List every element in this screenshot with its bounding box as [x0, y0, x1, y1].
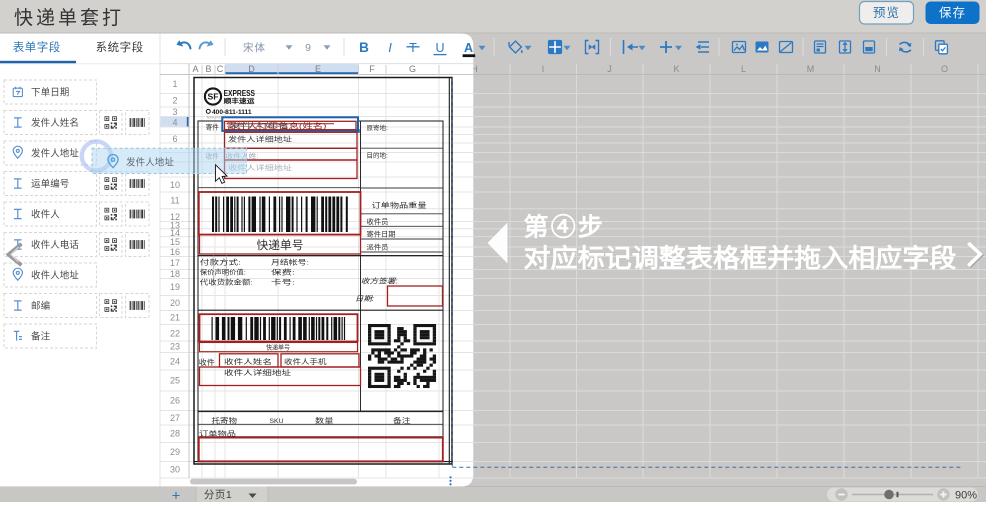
svg-text:表单字段: 表单字段 [13, 40, 61, 54]
svg-text:11: 11 [170, 196, 179, 206]
svg-text:K: K [673, 64, 679, 74]
svg-text:系统字段: 系统字段 [96, 40, 144, 54]
svg-text:SKU: SKU [270, 418, 284, 425]
svg-text:卡号:: 卡号: [271, 277, 295, 286]
svg-text:付款方式:: 付款方式: [200, 258, 241, 267]
svg-text:20: 20 [170, 298, 180, 308]
svg-text:对应标记调整表格框并拖入相应字段: 对应标记调整表格框并拖入相应字段 [524, 244, 958, 273]
svg-text:发件人姓名: 发件人姓名 [229, 121, 289, 130]
svg-text:25: 25 [170, 376, 180, 386]
svg-text:24: 24 [170, 357, 180, 367]
svg-text:4: 4 [172, 118, 177, 128]
svg-text:代收货款金额:: 代收货款金额: [200, 277, 253, 286]
svg-text:目的地:: 目的地: [367, 151, 389, 160]
svg-text:29: 29 [170, 447, 180, 457]
svg-text:28: 28 [170, 429, 180, 439]
svg-text:备注: 备注 [393, 416, 411, 425]
svg-text:邮编: 邮编 [31, 300, 50, 312]
svg-text:快递单号: 快递单号 [257, 238, 304, 252]
svg-text:26: 26 [170, 396, 180, 406]
svg-text:19: 19 [170, 282, 180, 292]
svg-text:I: I [388, 40, 392, 55]
svg-text:收件人: 收件人 [31, 209, 60, 221]
svg-text:SF: SF [208, 92, 219, 102]
svg-text:寄件: 寄件 [206, 122, 219, 131]
svg-text:收件人电话: 收件人电话 [31, 239, 79, 251]
svg-text:T: T [409, 41, 417, 55]
svg-text:分页1: 分页1 [204, 489, 232, 501]
svg-text:收件员: 收件员 [367, 217, 389, 226]
svg-text:N: N [874, 64, 881, 74]
svg-text:收件人地址: 收件人地址 [31, 270, 79, 282]
svg-text:B: B [205, 64, 211, 74]
svg-text:快递单套打: 快递单套打 [14, 7, 124, 29]
svg-text:收件: 收件 [199, 358, 215, 367]
svg-text:90%: 90% [955, 490, 977, 502]
svg-text:17: 17 [170, 258, 180, 268]
svg-text:E: E [315, 64, 321, 74]
svg-text:下单日期: 下单日期 [31, 87, 69, 99]
svg-text:23: 23 [170, 342, 180, 352]
svg-text:收方签署:: 收方签署: [361, 277, 398, 286]
svg-text:发件人详细地址: 发件人详细地址 [228, 134, 292, 143]
svg-text:寄件日期: 寄件日期 [367, 230, 396, 239]
svg-text:保存: 保存 [939, 6, 966, 20]
svg-text:F: F [369, 64, 375, 74]
svg-text:15: 15 [170, 237, 180, 247]
svg-text:原寄地:: 原寄地: [367, 123, 389, 132]
svg-text:发件人地址: 发件人地址 [31, 148, 79, 160]
svg-text:21: 21 [170, 313, 180, 323]
svg-text:收件人手机: 收件人手机 [284, 357, 327, 366]
svg-text:G: G [409, 64, 416, 74]
svg-text:备注: 备注 [31, 331, 51, 343]
svg-text:D: D [248, 64, 255, 74]
svg-text:O: O [941, 64, 948, 74]
svg-text:A: A [464, 41, 473, 55]
svg-text:9: 9 [305, 42, 311, 54]
svg-text:发件人姓名: 发件人姓名 [31, 117, 79, 129]
svg-text:30: 30 [170, 465, 180, 475]
svg-text:A: A [192, 64, 198, 74]
svg-text:B: B [359, 40, 369, 55]
svg-text:预览: 预览 [873, 5, 900, 20]
svg-text:U: U [435, 41, 444, 55]
svg-text:10: 10 [170, 180, 180, 190]
svg-text:C: C [217, 64, 224, 74]
svg-text:L: L [741, 64, 746, 74]
svg-text:发件人地址: 发件人地址 [126, 157, 174, 169]
svg-text:I: I [542, 64, 545, 74]
svg-text:数量: 数量 [315, 416, 334, 425]
svg-text:宋体: 宋体 [243, 41, 266, 54]
svg-text:收件人姓名: 收件人姓名 [224, 357, 272, 366]
svg-text:6: 6 [172, 134, 177, 144]
svg-text:16: 16 [170, 247, 180, 257]
svg-text:2: 2 [172, 96, 177, 106]
svg-text:M: M [807, 64, 815, 74]
svg-text:订单物品: 订单物品 [199, 429, 236, 438]
svg-text:日期:: 日期: [355, 294, 374, 303]
svg-text:快递单号: 快递单号 [266, 342, 290, 351]
svg-text:第④步: 第④步 [524, 213, 606, 242]
svg-text:保价声明价值:: 保价声明价值: [200, 267, 246, 276]
svg-text:派件员: 派件员 [367, 243, 389, 252]
svg-text:托寄物: 托寄物 [212, 416, 238, 425]
svg-text:J: J [607, 64, 612, 74]
svg-text:27: 27 [170, 413, 180, 423]
svg-text:保费:: 保费: [271, 267, 295, 276]
svg-text:3: 3 [172, 107, 177, 117]
svg-text:收件人详细地址: 收件人详细地址 [224, 368, 291, 377]
svg-text:运单编号: 运单编号 [31, 178, 69, 190]
svg-text:+: + [172, 488, 181, 503]
svg-text:1: 1 [172, 79, 177, 89]
svg-text:订单物品重量: 订单物品重量 [372, 201, 427, 210]
svg-text:18: 18 [170, 269, 180, 279]
svg-text:顺丰速运: 顺丰速运 [224, 96, 256, 105]
svg-text:月结帐号:: 月结帐号: [271, 258, 309, 267]
svg-text:22: 22 [170, 329, 180, 339]
